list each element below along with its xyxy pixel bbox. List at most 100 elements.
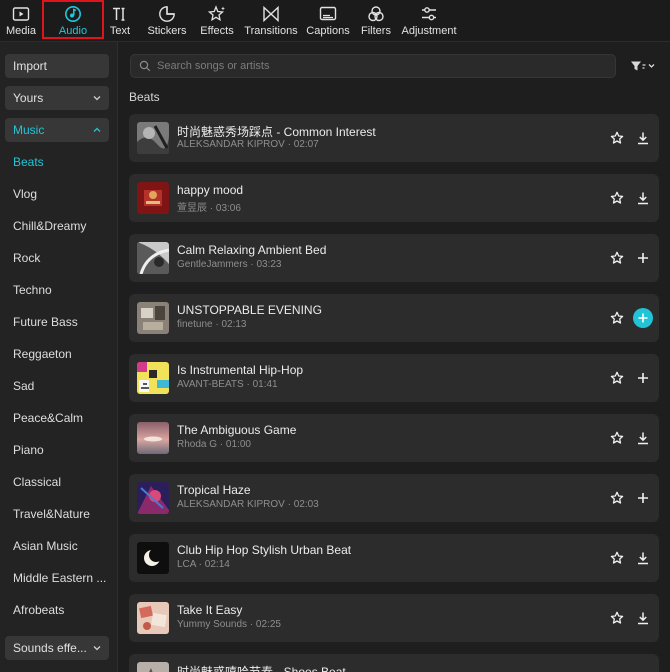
sidebar-item-classical[interactable]: Classical [13, 475, 109, 489]
track-thumbnail [137, 602, 169, 634]
favorite-button[interactable] [607, 608, 627, 628]
add-button[interactable] [633, 488, 653, 508]
track-row[interactable]: Tropical Haze ALEKSANDAR KIPROV · 02:03 [129, 474, 659, 522]
main-panel: Search songs or artists Beats 时尚魅惑秀场踩点 -… [118, 42, 670, 672]
track-row[interactable]: happy mood 萱昱辰 · 03:06 [129, 174, 659, 222]
sounds-effects-label: Sounds effe... [13, 641, 87, 655]
track-thumbnail [137, 482, 169, 514]
plus-icon [638, 373, 648, 383]
track-title: happy mood [177, 183, 244, 197]
download-icon [638, 132, 648, 145]
sidebar-item-beats[interactable]: Beats [13, 155, 109, 169]
tab-filters[interactable]: Filters [356, 0, 396, 42]
sidebar-item-rock[interactable]: Rock [13, 251, 109, 265]
tab-audio[interactable]: Audio [42, 0, 104, 42]
sidebar-item-afrobeats[interactable]: Afrobeats [13, 603, 109, 617]
import-button[interactable]: Import [5, 54, 109, 78]
section-title: Beats [129, 90, 160, 104]
track-thumbnail [137, 662, 169, 672]
track-thumbnail [137, 182, 169, 214]
tab-media[interactable]: Media [2, 0, 40, 42]
sidebar-item-techno[interactable]: Techno [13, 283, 109, 297]
download-icon [638, 192, 648, 205]
import-label: Import [13, 59, 48, 73]
chevron-down-icon [93, 646, 101, 651]
yours-dropdown[interactable]: Yours [5, 86, 109, 110]
favorite-button[interactable] [607, 308, 627, 328]
track-row[interactable]: Take It Easy Yummy Sounds · 02:25 [129, 594, 659, 642]
track-row[interactable]: The Ambiguous Game Rhoda G · 01:00 [129, 414, 659, 462]
tab-adjustment[interactable]: Adjustment [398, 0, 460, 42]
track-row[interactable]: 时尚魅惑秀场踩点 - Common Interest ALEKSANDAR KI… [129, 114, 659, 162]
tab-adjustment-label: Adjustment [401, 25, 457, 37]
sidebar-item-piano[interactable]: Piano [13, 443, 109, 457]
tab-captions[interactable]: Captions [304, 0, 352, 42]
star-icon [610, 251, 624, 264]
star-icon [610, 371, 624, 384]
sidebar-item-travel-nature[interactable]: Travel&Nature [13, 507, 109, 521]
favorite-button[interactable] [607, 188, 627, 208]
sidebar-item-future-bass[interactable]: Future Bass [13, 315, 109, 329]
download-button[interactable] [633, 608, 653, 628]
download-button[interactable] [633, 548, 653, 568]
audio-icon [65, 6, 81, 22]
sidebar-item-chill-dreamy[interactable]: Chill&Dreamy [13, 219, 109, 233]
media-icon [12, 7, 30, 21]
star-icon [610, 491, 624, 504]
download-icon [638, 432, 648, 445]
download-button[interactable] [633, 128, 653, 148]
text-icon [113, 7, 125, 21]
music-dropdown[interactable]: Music [5, 118, 109, 142]
sidebar-item-vlog[interactable]: Vlog [13, 187, 109, 201]
effects-icon [208, 5, 225, 22]
search-icon [139, 60, 151, 72]
track-meta: Yummy Sounds · 02:25 [177, 619, 281, 630]
track-row[interactable]: Club Hip Hop Stylish Urban Beat LCA · 02… [129, 534, 659, 582]
track-meta: finetune · 02:13 [177, 319, 247, 330]
star-icon [610, 191, 624, 204]
favorite-button[interactable] [607, 248, 627, 268]
track-meta: 萱昱辰 · 03:06 [177, 203, 241, 214]
track-row[interactable]: Is Instrumental Hip-Hop AVANT-BEATS · 01… [129, 354, 659, 402]
sidebar-item-asian-music[interactable]: Asian Music [13, 539, 109, 553]
sidebar-item-sad[interactable]: Sad [13, 379, 109, 393]
sidebar-item-peace-calm[interactable]: Peace&Calm [13, 411, 109, 425]
favorite-button[interactable] [607, 548, 627, 568]
download-button[interactable] [633, 428, 653, 448]
track-meta: Rhoda G · 01:00 [177, 439, 251, 450]
search-input[interactable]: Search songs or artists [130, 54, 616, 78]
track-title: UNSTOPPABLE EVENING [177, 303, 322, 317]
download-button[interactable] [633, 188, 653, 208]
track-row[interactable]: UNSTOPPABLE EVENING finetune · 02:13 [129, 294, 659, 342]
track-row[interactable]: 时尚魅惑嘻哈节奏 - Shoes Beat [129, 654, 659, 672]
favorite-button[interactable] [607, 428, 627, 448]
tab-stickers[interactable]: Stickers [142, 0, 192, 42]
add-button[interactable] [633, 368, 653, 388]
filters-icon [368, 6, 384, 22]
transitions-icon [263, 5, 279, 23]
chevron-down-icon [93, 96, 101, 101]
track-title: Calm Relaxing Ambient Bed [177, 243, 327, 257]
filter-icon [631, 61, 655, 71]
tab-effects[interactable]: Effects [194, 0, 240, 42]
add-button-active[interactable] [633, 308, 653, 328]
sidebar-item-reggaeton[interactable]: Reggaeton [13, 347, 109, 361]
tab-transitions[interactable]: Transitions [242, 0, 300, 42]
tab-captions-label: Captions [306, 25, 350, 37]
download-icon [638, 612, 648, 625]
favorite-button[interactable] [607, 128, 627, 148]
sounds-effects-dropdown[interactable]: Sounds effe... [5, 636, 109, 660]
star-icon [610, 311, 624, 324]
track-row[interactable]: Calm Relaxing Ambient Bed GentleJammers … [129, 234, 659, 282]
tab-text[interactable]: Text [102, 0, 138, 42]
add-button[interactable] [633, 248, 653, 268]
track-title: 时尚魅惑嘻哈节奏 - Shoes Beat [177, 665, 346, 672]
favorite-button[interactable] [607, 368, 627, 388]
track-meta: LCA · 02:14 [177, 559, 230, 570]
sidebar-item-middle-eastern[interactable]: Middle Eastern ... [13, 571, 109, 585]
filter-sort-button[interactable] [628, 56, 658, 76]
favorite-button[interactable] [607, 488, 627, 508]
track-thumbnail [137, 302, 169, 334]
tab-stickers-label: Stickers [147, 25, 187, 37]
top-toolbar: Media Audio Text Stickers Effects Transi… [0, 0, 670, 42]
